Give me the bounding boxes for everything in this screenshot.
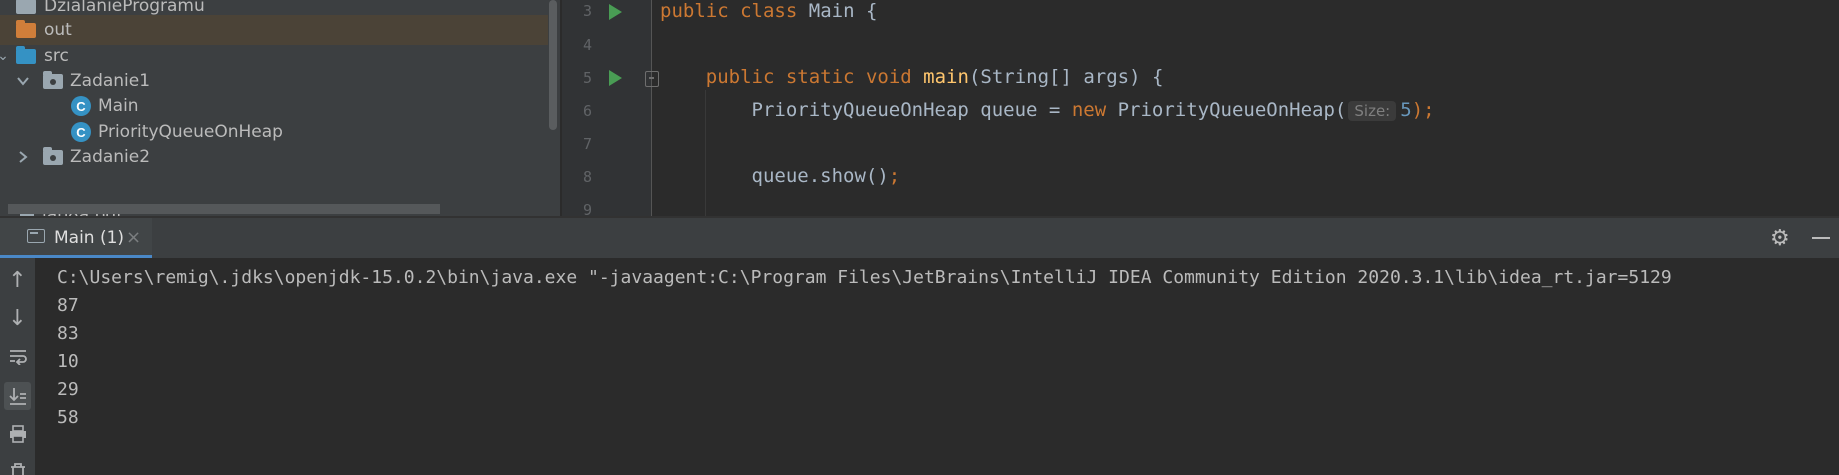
trash-icon[interactable] <box>4 458 31 475</box>
line-number: 8 <box>582 168 592 186</box>
run-class-icon[interactable] <box>609 4 622 20</box>
scroll-up-icon[interactable]: ↑ <box>4 266 31 294</box>
fold-marker-icon[interactable] <box>645 71 659 87</box>
line-number: 9 <box>582 201 592 216</box>
code-line-5: public static void main(String[] args) { <box>705 66 1164 88</box>
console-line: 29 <box>57 379 79 400</box>
tree-item-label: src <box>44 46 69 66</box>
tree-item-label: DzialanieProgramu <box>44 0 205 16</box>
minimize-icon[interactable] <box>1812 237 1830 239</box>
run-tab-label: Main (1) <box>54 228 125 248</box>
console-output[interactable]: C:\Users\remig\.jdks\openjdk-15.0.2\bin\… <box>35 258 1839 475</box>
vertical-scrollbar[interactable] <box>549 0 557 130</box>
tree-item-zadanie2[interactable]: Zadanie2 <box>0 142 548 172</box>
print-icon[interactable] <box>4 420 31 448</box>
console-line: 87 <box>57 295 79 316</box>
console-line: 10 <box>57 351 79 372</box>
folder-icon <box>16 0 36 14</box>
soft-wrap-icon[interactable] <box>4 342 31 370</box>
close-icon[interactable]: × <box>126 227 141 248</box>
scroll-to-end-icon[interactable] <box>4 382 31 410</box>
chevron-down-icon[interactable] <box>16 74 30 88</box>
line-number: 7 <box>582 135 592 153</box>
line-number: 3 <box>582 2 592 20</box>
tree-item-label: Zadanie1 <box>70 71 151 91</box>
gear-icon[interactable]: ⚙ <box>1770 226 1790 251</box>
package-icon <box>43 70 63 89</box>
source-folder-icon <box>16 45 36 64</box>
run-tool-window-header: Main (1) × ⚙ <box>0 218 1839 258</box>
run-toolbar: ↑ ↓ <box>0 258 35 475</box>
line-number: 5 <box>582 69 592 87</box>
parameter-hint: Size: <box>1348 101 1397 121</box>
tab-run-main[interactable]: Main (1) × <box>0 218 152 258</box>
chevron-right-icon[interactable] <box>16 150 30 164</box>
gutter-separator <box>651 0 652 216</box>
run-method-icon[interactable] <box>609 70 622 86</box>
package-icon <box>43 146 63 165</box>
tree-item-label: PriorityQueueOnHeap <box>98 122 283 142</box>
code-editor[interactable]: 3 4 5 6 7 8 9 public class Main { public… <box>562 0 1839 216</box>
console-icon <box>27 229 45 243</box>
scroll-down-icon[interactable]: ↓ <box>4 304 31 332</box>
chevron-down-icon[interactable]: ⌄ <box>0 48 10 64</box>
java-class-icon: C <box>71 96 91 116</box>
line-number: 6 <box>582 102 592 120</box>
code-line-8: queue.show(); <box>751 165 901 187</box>
code-line-3: public class Main { <box>660 0 878 22</box>
tree-item-label: Main <box>98 96 139 116</box>
tree-item-label: Zadanie2 <box>70 147 151 167</box>
folder-excluded-icon <box>16 19 36 38</box>
tree-item-label: out <box>44 20 72 40</box>
console-line: C:\Users\remig\.jdks\openjdk-15.0.2\bin\… <box>57 267 1672 288</box>
project-tree: DzialanieProgramu out ⌄ src Zadanie1 C M… <box>0 0 560 216</box>
console-line: 83 <box>57 323 79 344</box>
code-line-6: PriorityQueueOnHeap queue = new Priority… <box>751 99 1435 121</box>
console-line: 58 <box>57 407 79 428</box>
horizontal-scrollbar[interactable] <box>8 204 440 214</box>
line-number: 4 <box>582 36 592 54</box>
java-class-icon: C <box>71 122 91 142</box>
